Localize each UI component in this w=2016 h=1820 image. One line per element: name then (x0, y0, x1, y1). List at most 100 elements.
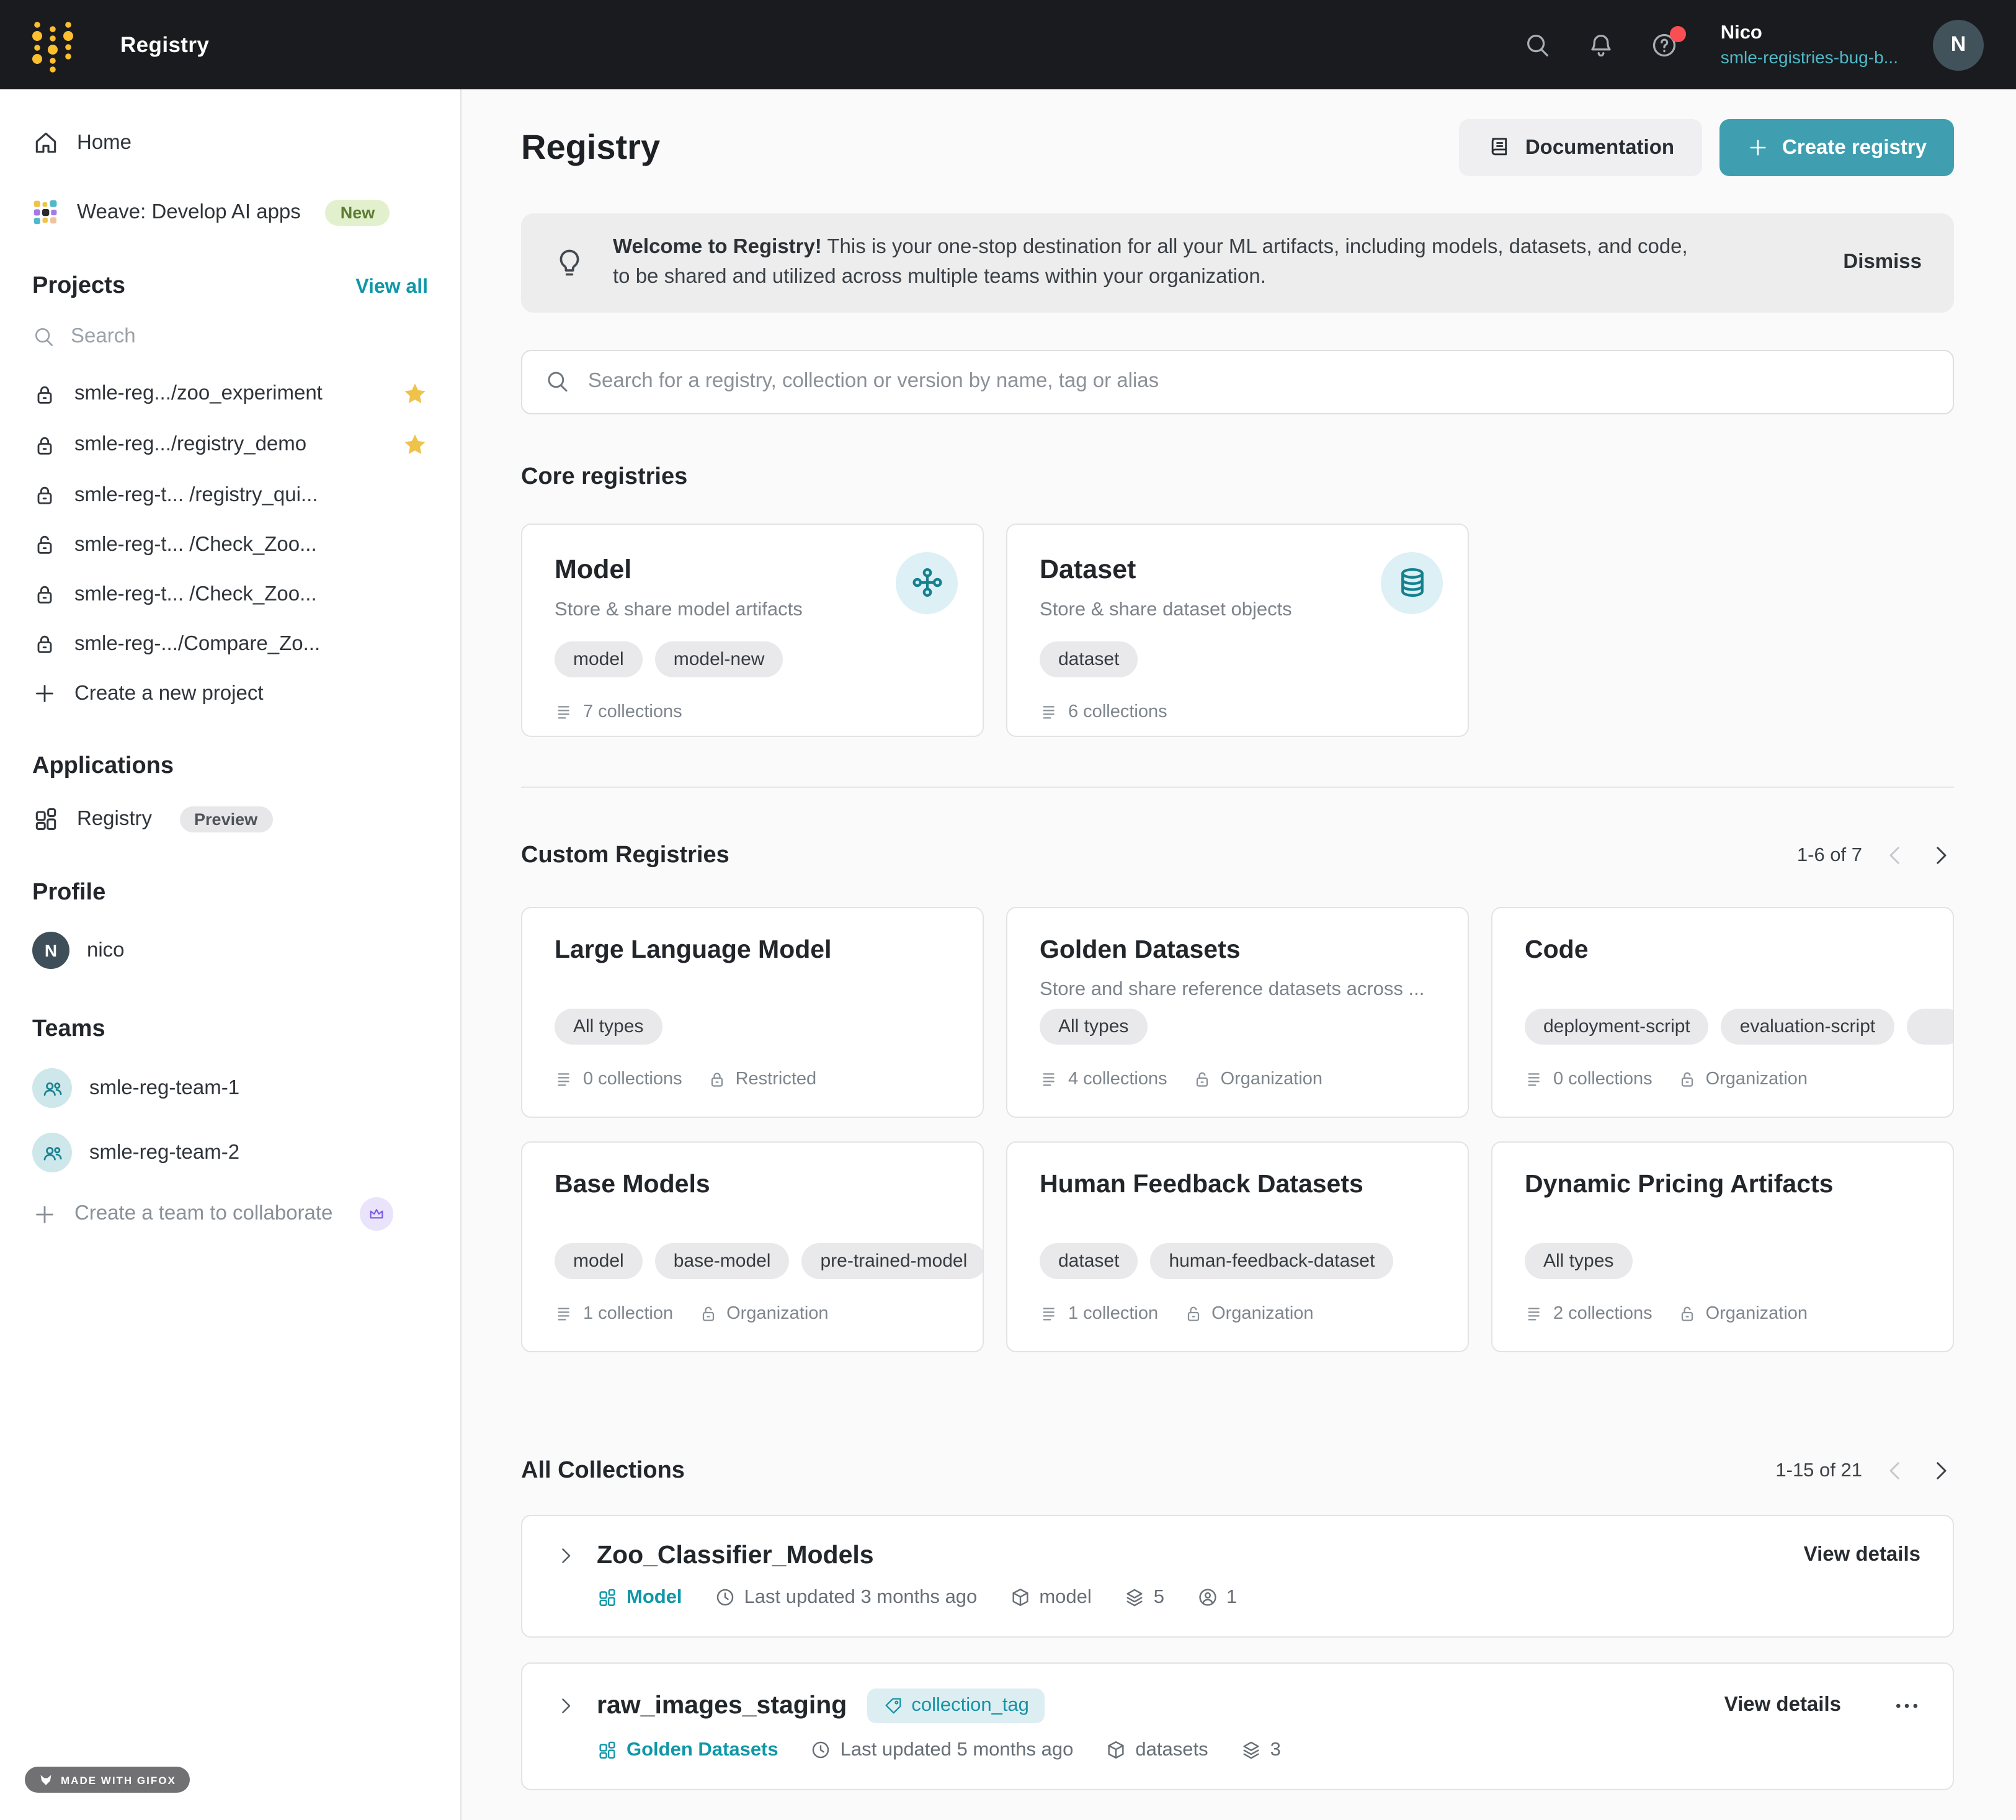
sidebar-item-team[interactable]: smle-reg-team-2 (0, 1120, 460, 1185)
registry-grid-icon (597, 1740, 618, 1761)
collection-row[interactable]: raw_images_staging collection_tag View d… (521, 1662, 1954, 1790)
next-page-icon[interactable] (1928, 1458, 1954, 1484)
star-icon[interactable] (402, 432, 428, 458)
custom-registry-card[interactable]: Base Models model base-model pre-trained… (521, 1141, 984, 1352)
card-title: Large Language Model (555, 935, 950, 965)
custom-registry-card[interactable]: Large Language Model All types 0 collect… (521, 907, 984, 1118)
expand-chevron-icon[interactable] (555, 1545, 577, 1567)
lock-open-icon (1677, 1304, 1697, 1324)
collections-count: 7 collections (583, 702, 682, 722)
documentation-button[interactable]: Documentation (1460, 119, 1702, 176)
prev-page-icon[interactable] (1882, 1458, 1908, 1484)
star-icon[interactable] (402, 381, 428, 407)
tag-pill: dataset (1040, 1243, 1138, 1279)
sidebar-project-item[interactable]: smle-reg-.../Compare_Zo... (0, 619, 460, 669)
custom-registry-card[interactable]: Human Feedback Datasets dataset human-fe… (1006, 1141, 1469, 1352)
collections-list-icon (555, 702, 574, 722)
profile-name: nico (87, 939, 125, 962)
card-title: Golden Datasets (1040, 935, 1435, 965)
notification-dot (1670, 25, 1686, 42)
sidebar-project-item[interactable]: smle-reg-t... /registry_qui... (0, 470, 460, 520)
collections-list-icon (1525, 1069, 1545, 1089)
view-details-link[interactable]: View details (1804, 1544, 1920, 1568)
help-button[interactable] (1650, 30, 1679, 59)
pagination-label: 1-6 of 7 (1797, 845, 1862, 867)
card-title: Human Feedback Datasets (1040, 1170, 1435, 1200)
expand-chevron-icon[interactable] (555, 1695, 577, 1717)
custom-registry-card[interactable]: Code deployment-script evaluation-script… (1491, 907, 1954, 1118)
sidebar-project-item[interactable]: smle-reg-t... /Check_Zoo... (0, 520, 460, 569)
view-details-link[interactable]: View details (1724, 1694, 1841, 1718)
sidebar-item-weave[interactable]: Weave: Develop AI apps New (0, 186, 460, 238)
collections-count: 0 collections (1553, 1069, 1652, 1089)
wandb-logo-icon[interactable] (30, 16, 76, 73)
lock-open-icon (1677, 1069, 1697, 1089)
next-page-icon[interactable] (1928, 843, 1954, 869)
dismiss-button[interactable]: Dismiss (1843, 251, 1922, 275)
team-label: smle-reg-team-2 (89, 1141, 239, 1164)
collection-row[interactable]: Zoo_Classifier_Models View details Model… (521, 1515, 1954, 1638)
applications-header: Applications (32, 753, 174, 780)
home-icon (32, 129, 60, 156)
sidebar-item-home[interactable]: Home (0, 117, 460, 169)
team-avatar (32, 1068, 72, 1108)
sidebar-search[interactable] (32, 315, 428, 359)
collection-registry[interactable]: Model (627, 1587, 682, 1609)
create-project-button[interactable]: Create a new project (0, 669, 460, 718)
plus-icon (32, 1202, 57, 1226)
core-card-dataset[interactable]: Dataset Store & share dataset objects da… (1006, 524, 1469, 737)
collections-list-icon (1525, 1304, 1545, 1324)
user-name[interactable]: Nico (1721, 21, 1898, 46)
clock-icon (715, 1587, 736, 1608)
visibility-label: Organization (1706, 1069, 1808, 1089)
visibility-label: Organization (1211, 1304, 1313, 1324)
collection-registry[interactable]: Golden Datasets (627, 1739, 778, 1762)
collection-title[interactable]: raw_images_staging (597, 1691, 847, 1721)
create-registry-label: Create registry (1782, 136, 1927, 159)
clipped-tag-pill (1906, 1009, 1954, 1045)
user-menu[interactable]: Nico smle-registries-bug-b... (1721, 21, 1898, 69)
sidebar-project-item[interactable]: smle-reg.../registry_demo (0, 419, 460, 470)
prev-page-icon[interactable] (1882, 843, 1908, 869)
card-title: Code (1525, 935, 1920, 965)
more-options-icon[interactable] (1893, 1692, 1920, 1720)
registry-searchbar[interactable] (521, 350, 1954, 414)
collections-list-icon (555, 1069, 574, 1089)
tag-pill: human-feedback-dataset (1150, 1243, 1393, 1279)
card-title: Model (555, 555, 950, 586)
sidebar-project-item[interactable]: smle-reg.../zoo_experiment (0, 368, 460, 419)
org-name[interactable]: smle-registries-bug-b... (1721, 46, 1898, 68)
core-card-model[interactable]: Model Store & share model artifacts mode… (521, 524, 984, 737)
weave-label: Weave: Develop AI apps (77, 200, 301, 224)
sidebar-item-team[interactable]: smle-reg-team-1 (0, 1056, 460, 1120)
custom-registry-card[interactable]: Dynamic Pricing Artifacts All types 2 co… (1491, 1141, 1954, 1352)
sidebar-project-item[interactable]: smle-reg-t... /Check_Zoo... (0, 569, 460, 619)
registry-search-input[interactable] (588, 370, 1930, 394)
sidebar-search-input[interactable] (71, 325, 381, 349)
collections-list-icon (1040, 1069, 1059, 1089)
members-icon (1197, 1587, 1218, 1608)
view-all-link[interactable]: View all (355, 277, 428, 299)
page-title: Registry (521, 128, 660, 167)
model-icon-circle (896, 552, 958, 614)
collections-count: 0 collections (583, 1069, 682, 1089)
create-team-button[interactable]: Create a team to collaborate (0, 1185, 460, 1243)
bell-icon[interactable] (1587, 30, 1615, 59)
applications-section-header: Applications (0, 718, 460, 793)
upgrade-crown-badge (360, 1197, 393, 1231)
lightbulb-icon (553, 247, 586, 279)
tag-pill: model (555, 1243, 643, 1279)
tag-pill: model-new (655, 641, 783, 677)
collection-tag-pill[interactable]: collection_tag (867, 1688, 1045, 1723)
collections-count: 2 collections (1553, 1304, 1652, 1324)
profile-section-header: Profile (0, 845, 460, 919)
avatar[interactable]: N (1933, 19, 1984, 70)
search-icon[interactable] (1523, 30, 1552, 59)
sidebar-item-profile[interactable]: N nico (0, 919, 460, 981)
collection-title[interactable]: Zoo_Classifier_Models (597, 1541, 874, 1571)
custom-registry-card[interactable]: Golden Datasets Store and share referenc… (1006, 907, 1469, 1118)
sidebar-item-registry-app[interactable]: Registry Preview (0, 793, 460, 845)
clock-icon (811, 1740, 832, 1761)
collections-list-icon (555, 1304, 574, 1324)
create-registry-button[interactable]: Create registry (1719, 119, 1954, 176)
